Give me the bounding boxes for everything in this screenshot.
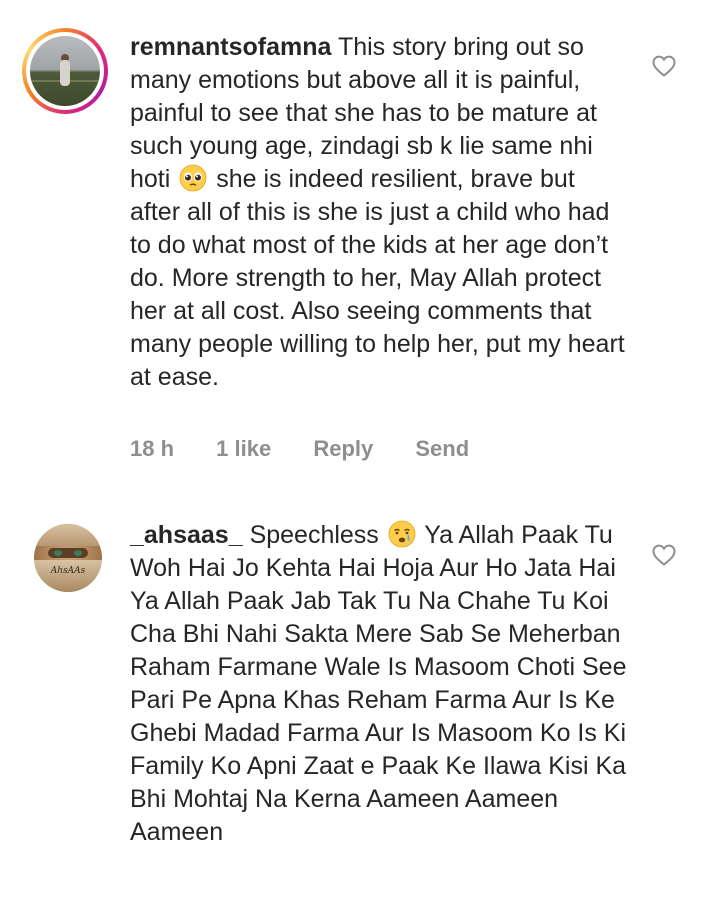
username-link[interactable]: _ahsaas_ — [130, 521, 243, 549]
comment-body: Speechless — [249, 521, 379, 549]
reply-button[interactable]: Reply — [313, 436, 373, 461]
username-link[interactable]: remnantsofamna — [130, 33, 331, 61]
avatar-headwrap — [34, 524, 102, 546]
avatar-lettering: AhsAAs — [50, 566, 86, 576]
comment-text: _ahsaas_ Speechless Ya Allah Paak Tu Woh… — [130, 519, 630, 849]
avatar[interactable] — [22, 28, 108, 114]
avatar[interactable]: AhsAAs — [34, 524, 102, 592]
comment-time: 18 h — [130, 436, 175, 461]
avatar-figure — [60, 60, 70, 86]
avatar-image — [30, 36, 100, 106]
heart-icon[interactable] — [651, 543, 677, 567]
avatar-story-ring — [26, 32, 104, 110]
avatar-eye-right — [74, 550, 82, 556]
heart-icon[interactable] — [651, 54, 677, 78]
avatar-face-wrap — [34, 560, 102, 592]
send-button[interactable]: Send — [415, 436, 469, 461]
avatar-eyes — [48, 548, 88, 558]
comment-body-continued: Ya Allah Paak Tu Woh Hai Jo Kehta Hai Ho… — [130, 521, 627, 846]
avatar-eye-left — [54, 550, 62, 556]
comment-body-continued: she is indeed resilient, brave but after… — [130, 165, 625, 391]
crying-face-icon — [388, 520, 416, 548]
comment-meta: 18 h 1 like Reply Send — [130, 436, 505, 462]
likes-count[interactable]: 1 like — [216, 436, 271, 461]
comment-text: remnantsofamna This story bring out so m… — [130, 31, 630, 394]
pleading-face-icon — [179, 164, 207, 192]
